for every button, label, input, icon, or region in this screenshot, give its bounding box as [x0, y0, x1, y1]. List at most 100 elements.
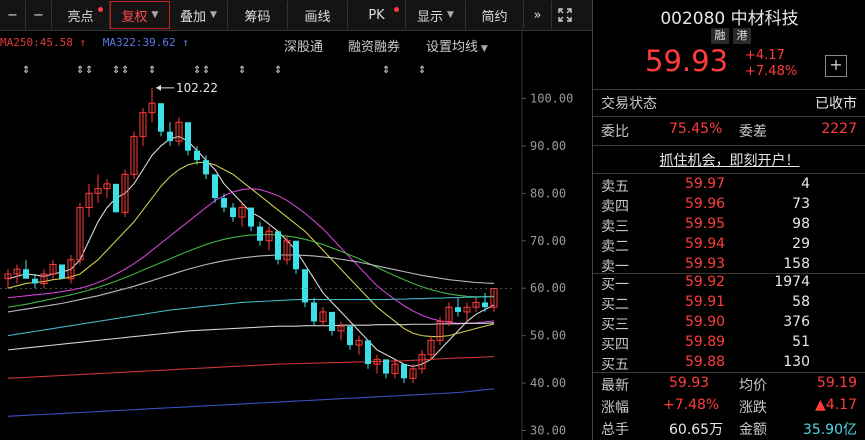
ask-row[interactable]: 卖二 59.94 29: [593, 236, 865, 256]
level-price: 59.96: [685, 196, 726, 212]
event-marker-icon: ⇕: [22, 65, 30, 76]
price-change-percent: +7.48%: [745, 64, 798, 79]
y-tick-label: 60.00: [530, 281, 566, 295]
candle-body: [194, 150, 200, 161]
ma-line: [7, 388, 495, 417]
toolbar-display-button[interactable]: 显示 ▼: [406, 1, 466, 29]
open-account-link[interactable]: 抓住机会，即刻开户！: [593, 150, 865, 170]
level-volume: 1974: [774, 274, 810, 290]
divider: [593, 145, 865, 146]
zoom-out-icon[interactable]: −: [26, 1, 52, 29]
level-price: 59.95: [685, 216, 726, 232]
change-percent-value: +7.48%: [663, 397, 720, 413]
level-price: 59.93: [685, 256, 726, 272]
toolbar-highlight-button[interactable]: 亮点: [52, 1, 110, 29]
price-change: +4.17: [745, 48, 785, 63]
ask-row[interactable]: 卖四 59.96 73: [593, 196, 865, 216]
level-volume: 29: [792, 236, 810, 252]
candle-body: [293, 240, 299, 270]
ma-line: [7, 254, 495, 313]
double-chevron-right-icon[interactable]: »: [524, 1, 552, 29]
ma-settings-label: 设置均线: [426, 40, 479, 55]
chevron-down-icon: ▼: [151, 10, 159, 20]
y-tick-label: 80.00: [530, 186, 566, 200]
candle-body: [257, 226, 263, 241]
ma-line: [7, 356, 495, 379]
toolbar-highlight-label: 亮点: [67, 9, 94, 25]
toolbar-pk-label: PK: [368, 7, 385, 23]
event-marker-icon: ⇕: [121, 65, 129, 76]
toolbar-display-label: 显示: [417, 9, 444, 25]
volume-value: 60.65万: [669, 422, 724, 438]
level-name: 买三: [601, 317, 629, 333]
toolbar-adjust-button[interactable]: 复权 ▼: [110, 1, 170, 29]
change-percent-label: 涨幅: [601, 400, 629, 416]
candle-body: [347, 326, 353, 346]
candle-body: [482, 302, 488, 308]
toolbar-adjust-label: 复权: [121, 9, 148, 25]
volume-label: 总手: [601, 422, 629, 438]
toolbar-chips-button[interactable]: 筹码: [228, 1, 288, 29]
level-volume: 130: [783, 354, 810, 370]
ask-row[interactable]: 卖三 59.95 98: [593, 216, 865, 236]
bid-row[interactable]: 买四 59.89 51: [593, 334, 865, 354]
event-marker-icon: ⇕: [274, 65, 282, 76]
notification-dot-icon: [98, 7, 103, 12]
candle-body: [230, 207, 236, 218]
amount-label: 金额: [739, 422, 767, 438]
kline-chart[interactable]: 100.00 90.00 80.00 70.00 60.00 50.00 40.00 30.0…: [0, 0, 592, 440]
bid-row[interactable]: 买五 59.88 130: [593, 354, 865, 374]
add-watchlist-button[interactable]: +: [825, 55, 847, 77]
level-price: 59.92: [685, 274, 726, 290]
amount-value: 35.90亿: [802, 422, 857, 438]
candle-body: [113, 183, 119, 213]
level-name: 卖二: [601, 239, 629, 255]
ma250-value: MA250:45.58 ↑: [0, 36, 87, 49]
expand-icon[interactable]: [552, 1, 578, 29]
ma-legend: MA250:45.58 ↑ MA322:39.62 ↑: [0, 36, 189, 49]
minus-icon[interactable]: −: [0, 1, 26, 29]
bid-row[interactable]: 买二 59.91 58: [593, 294, 865, 314]
bid-row[interactable]: 买一 59.92 1974: [593, 274, 865, 294]
quote-panel: 002080 中材科技 融 港 59.93 +4.17 +7.48% + 交易状…: [592, 0, 865, 440]
ma-line: [7, 234, 495, 308]
candle-body: [221, 198, 227, 208]
order-diff-value: 2227: [821, 121, 857, 137]
margin-trading-link[interactable]: 融资融券: [348, 36, 400, 55]
candle-body: [185, 122, 191, 151]
y-tick-label: 90.00: [530, 139, 566, 153]
chevron-down-icon: ▼: [447, 10, 454, 20]
toolbar-simple-button[interactable]: 简约: [466, 1, 524, 29]
event-marker-icon: ⇕: [202, 65, 210, 76]
hk-connect-tag: 港: [733, 28, 751, 44]
order-diff-label: 委差: [739, 124, 767, 140]
event-marker-icon: ⇕: [148, 65, 156, 76]
ask-row[interactable]: 卖五 59.97 4: [593, 176, 865, 196]
level-volume: 376: [783, 314, 810, 330]
ma-settings-button[interactable]: 设置均线 ▼: [426, 36, 488, 55]
toolbar-simple-label: 简约: [481, 9, 508, 25]
candle-body: [401, 364, 407, 379]
toolbar-draw-button[interactable]: 画线: [288, 1, 348, 29]
event-marker-icon: ⇕: [193, 65, 201, 76]
bid-row[interactable]: 买三 59.90 376: [593, 314, 865, 334]
shengutong-link[interactable]: 深股通: [284, 36, 323, 55]
level-name: 卖三: [601, 219, 629, 235]
level-price: 59.97: [685, 176, 726, 192]
event-marker-icon: ⇕: [85, 65, 93, 76]
peak-label: 102.22: [176, 81, 218, 95]
trade-state-label: 交易状态: [601, 96, 657, 112]
ma-line: [7, 296, 494, 337]
y-tick-label: 70.00: [530, 234, 566, 248]
toolbar-pk-button[interactable]: PK: [348, 1, 406, 29]
candle-body: [455, 307, 461, 312]
y-tick-label: 30.00: [530, 424, 566, 438]
chevron-down-icon: ▼: [478, 44, 488, 54]
trade-state-value: 已收市: [815, 96, 857, 112]
ma-line: [7, 135, 495, 368]
kline-chart-panel[interactable]: 100.00 90.00 80.00 70.00 60.00 50.00 40.00 30.0…: [0, 0, 592, 440]
candle-body: [32, 278, 38, 284]
ma322-value: MA322:39.62 ↑: [102, 36, 189, 49]
avg-price-label: 均价: [739, 378, 767, 394]
toolbar-overlay-button[interactable]: 叠加 ▼: [170, 1, 228, 29]
